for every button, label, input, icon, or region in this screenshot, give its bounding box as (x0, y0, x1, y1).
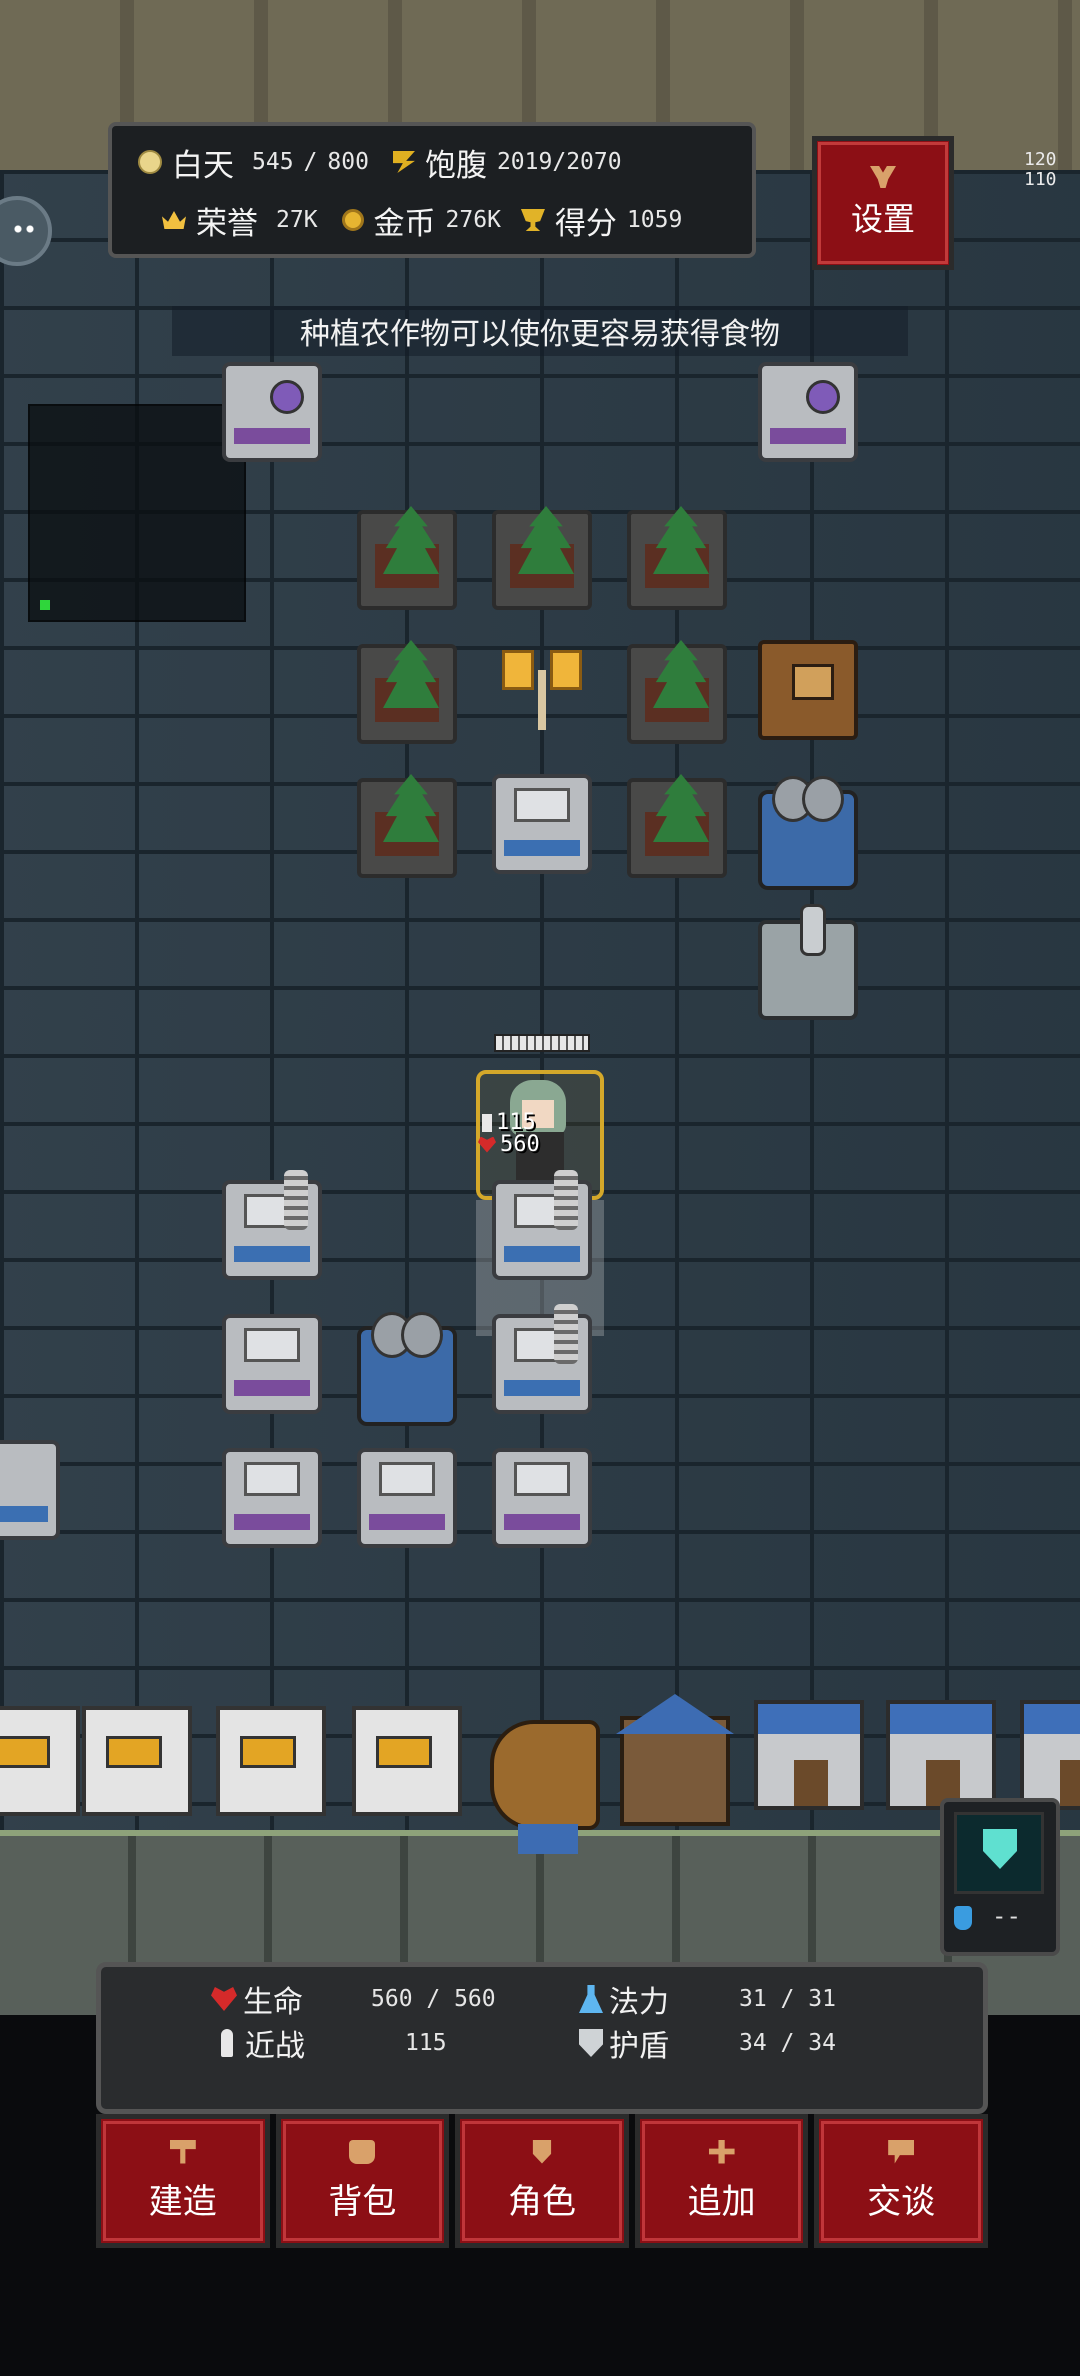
add-button[interactable]: 追加 (634, 2114, 809, 2248)
player-health-bar (494, 1034, 590, 1052)
quick-shield-widget[interactable]: -- (940, 1798, 1060, 1956)
shop-building[interactable] (352, 1706, 462, 1816)
minimap[interactable] (28, 404, 246, 622)
heart-icon (211, 1987, 237, 2011)
portal-machine[interactable] (758, 362, 858, 462)
melee-label: 近战 (245, 2029, 305, 2064)
character-button[interactable]: 角色 (455, 2114, 629, 2248)
gold-value: 276K (445, 207, 501, 233)
satiety-label: 饱腹 (424, 147, 487, 184)
character-stats-panel: 生命 560 / 560 近战 115 法力 31 / 31 护盾 34 / 3… (96, 1962, 988, 2114)
daytime-label: 白天 (172, 147, 234, 184)
furnace-machine[interactable] (222, 1448, 322, 1548)
wooden-house[interactable] (620, 1716, 730, 1826)
crown-icon (162, 211, 186, 229)
heart-icon (478, 1136, 496, 1153)
tree-planter[interactable] (492, 506, 592, 610)
crafting-machine[interactable] (492, 774, 592, 874)
candelabra[interactable] (492, 640, 592, 740)
coin-icon (341, 209, 364, 231)
resource-stats-panel: 白天 545 / 800 饱腹 2019/2070 荣誉 27K 金币 276K… (108, 122, 756, 258)
score-label: 得分 (554, 205, 617, 242)
potion-icon (954, 1906, 972, 1930)
furnace-machine[interactable] (492, 1448, 592, 1548)
settings-label: 设置 (850, 200, 915, 238)
bag-icon (349, 2139, 376, 2164)
trophy-icon (520, 209, 545, 231)
mana-stat: 法力 31 / 31 (579, 1979, 836, 2020)
portal-machine[interactable] (222, 362, 322, 462)
shield-icon (983, 1829, 1017, 1869)
mana-label: 法力 (609, 1985, 669, 2020)
daytime-current: 545 (252, 149, 294, 175)
generator-machine[interactable] (492, 1170, 592, 1280)
melee-stat: 近战 115 (213, 2023, 447, 2064)
tree-planter[interactable] (627, 640, 727, 744)
generator-machine[interactable] (492, 1304, 592, 1414)
offscreen-stats: 120 110 (1024, 149, 1057, 190)
tree-planter[interactable] (627, 774, 727, 878)
tree-planter[interactable] (357, 640, 457, 744)
character-icon (532, 2139, 552, 2164)
tree-planter[interactable] (357, 774, 457, 878)
tree-planter[interactable] (357, 506, 457, 610)
shield-icon (579, 2029, 603, 2057)
daytime-max: 800 (327, 149, 369, 175)
sun-icon (138, 150, 162, 174)
main-menu: 建造 背包 角色 追加 交谈 (96, 2114, 988, 2248)
honor-label: 荣誉 (196, 205, 258, 242)
blue-building[interactable] (754, 1700, 864, 1810)
hp-stat: 生命 560 / 560 (211, 1979, 496, 2020)
shield-stat: 护盾 34 / 34 (579, 2023, 836, 2064)
talk-button[interactable]: 交谈 (814, 2114, 988, 2248)
shop-building[interactable] (0, 1706, 80, 1816)
build-button[interactable]: 建造 (96, 2114, 270, 2248)
hp-label: 生命 (243, 1985, 303, 2020)
sword-icon (221, 2029, 233, 2057)
shield-label: 护盾 (609, 2029, 669, 2064)
hammer-icon (169, 2139, 196, 2164)
food-icon (392, 151, 415, 173)
sword-icon (482, 1113, 492, 1132)
satiety-value: 2019/2070 (496, 149, 622, 175)
backpack-button[interactable]: 背包 (275, 2114, 450, 2248)
flask-icon (579, 1985, 603, 2013)
tip-banner: 种植农作物可以使你更容易获得食物 (172, 306, 908, 356)
furnace-machine[interactable] (357, 1448, 457, 1548)
shop-building[interactable] (216, 1706, 326, 1816)
partial-machine[interactable] (0, 1440, 60, 1540)
melee-value: 115 (405, 2030, 447, 2056)
turret[interactable] (758, 904, 858, 1020)
shield-value: 34 / 34 (739, 2030, 836, 2056)
settings-button[interactable]: 设置 (812, 136, 954, 270)
score-value: 1059 (626, 207, 683, 233)
tree-planter[interactable] (627, 506, 727, 610)
blue-building[interactable] (886, 1700, 996, 1810)
hp-value: 560 / 560 (371, 1986, 496, 2012)
shield-widget-value: -- (992, 1902, 1021, 1930)
player-marker (40, 600, 50, 610)
gold-label: 金币 (373, 205, 436, 242)
boat-building[interactable] (490, 1720, 600, 1854)
furnace-machine[interactable] (222, 1314, 322, 1414)
speech-icon (888, 2139, 915, 2164)
mana-value: 31 / 31 (739, 1986, 836, 2012)
plus-icon (708, 2139, 735, 2164)
alchemy-tank[interactable] (357, 1312, 457, 1426)
player-hp: 560 (478, 1132, 540, 1157)
storage-chest[interactable] (758, 640, 858, 740)
water-tank[interactable] (758, 776, 858, 890)
shop-building[interactable] (82, 1706, 192, 1816)
wrench-icon (870, 166, 896, 188)
generator-machine[interactable] (222, 1170, 322, 1280)
blue-building[interactable] (1020, 1700, 1080, 1810)
honor-value: 27K (276, 207, 318, 233)
